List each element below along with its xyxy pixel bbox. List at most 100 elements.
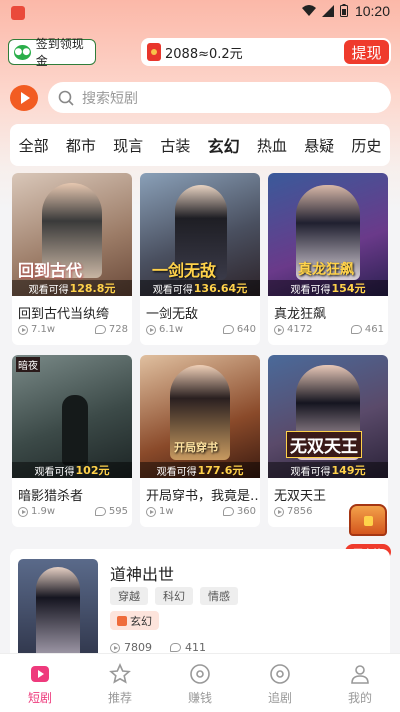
- drama-title: 暗影猎杀者: [18, 489, 84, 504]
- drama-title: 开局穿书，我竟是…: [146, 489, 258, 504]
- featured-tags: 穿越 科幻 情感: [110, 587, 238, 605]
- earn-badge: 观看可得 154元: [268, 280, 388, 296]
- earn-badge: 观看可得 128.8元: [12, 280, 132, 296]
- comment-icon: [170, 643, 181, 652]
- nav-label: 短剧: [27, 691, 52, 705]
- view-count: 6.1w: [159, 324, 184, 335]
- tab-action[interactable]: 热血: [257, 135, 287, 156]
- status-bar: 10:20: [0, 0, 400, 24]
- poster-text: 无双天王: [286, 431, 362, 458]
- genre-icon: [117, 615, 127, 626]
- drama-poster: 真龙狂飙 观看可得 154元: [268, 173, 388, 296]
- featured-drama[interactable]: 道神出世 穿越 科幻 情感 玄幻 7809 411: [10, 549, 390, 669]
- drama-card[interactable]: 暗夜 观看可得 102元 暗影猎杀者 1.9w 595: [12, 355, 132, 527]
- play-count-icon: [274, 506, 284, 517]
- comment-icon: [222, 325, 234, 334]
- drama-stats: 4172 461: [274, 324, 384, 338]
- nav-label: 推荐: [107, 691, 132, 705]
- drama-card[interactable]: 开局穿书 观看可得 177.6元 开局穿书，我竟是… 1w 360: [140, 355, 260, 527]
- earn-prefix: 观看可得: [156, 466, 197, 478]
- drama-stats: 1w 360: [146, 506, 256, 520]
- like-count: 360: [236, 506, 256, 517]
- drama-stats: 7.1w 728: [18, 324, 128, 338]
- nav-label: 我的: [347, 691, 372, 705]
- play-count-icon: [110, 642, 120, 653]
- featured-genre: 玄幻: [130, 614, 152, 628]
- app-logo-icon: [10, 85, 38, 111]
- drama-title: 回到古代当纨绔: [18, 307, 110, 322]
- red-packet-icon: [147, 43, 161, 61]
- nav-label: 追剧: [267, 691, 292, 705]
- poster-text: 真龙狂飙: [298, 262, 354, 278]
- tab-all[interactable]: 全部: [19, 135, 49, 156]
- search-input[interactable]: 搜索短剧: [48, 82, 391, 113]
- coin-balance-text: 2088≈0.2元: [165, 46, 243, 62]
- user-icon: [349, 663, 371, 685]
- earn-amount: 102元: [75, 464, 110, 477]
- nav-shortdrama[interactable]: 短剧: [0, 654, 80, 712]
- drama-card[interactable]: 回到古代 观看可得 128.8元 回到古代当纨绔 7.1w 728: [12, 173, 132, 345]
- tag[interactable]: 穿越: [110, 587, 148, 605]
- like-count: 640: [236, 324, 256, 335]
- wifi-icon: [302, 4, 316, 16]
- earn-amount: 136.64元: [193, 282, 248, 295]
- checkin-button[interactable]: ●● 签到领现金: [8, 37, 96, 68]
- wechat-icon: ●●: [14, 44, 31, 60]
- comment-icon: [222, 507, 234, 516]
- drama-title: 一剑无敌: [146, 307, 199, 322]
- poster-text: 暗夜: [16, 357, 40, 372]
- drama-poster: 回到古代 观看可得 128.8元: [12, 173, 132, 296]
- tab-costume[interactable]: 古装: [160, 135, 190, 156]
- drama-poster: 一剑无敌 观看可得 136.64元: [140, 173, 260, 296]
- chest-lock-icon: [364, 516, 373, 526]
- tag[interactable]: 科幻: [155, 587, 193, 605]
- featured-genre-badge: 玄幻: [110, 611, 159, 630]
- tab-fantasy[interactable]: 玄幻: [208, 133, 240, 157]
- play-count-icon: [146, 506, 156, 517]
- notification-app-icon: [11, 6, 25, 20]
- tab-modern-romance[interactable]: 现言: [113, 135, 143, 156]
- view-count: 1.9w: [31, 506, 56, 517]
- nav-recommend[interactable]: 推荐: [80, 654, 160, 712]
- drama-stats: 1.9w 595: [18, 506, 128, 520]
- battery-icon: [340, 4, 348, 17]
- view-count: 4172: [287, 324, 313, 335]
- earn-prefix: 观看可得: [34, 466, 75, 478]
- earn-badge: 观看可得 102元: [12, 462, 132, 478]
- bookmark-icon: [269, 663, 291, 685]
- poster-text: 开局穿书: [174, 441, 218, 454]
- nav-label: 赚钱: [187, 691, 212, 705]
- tab-urban[interactable]: 都市: [66, 135, 96, 156]
- poster-text: 回到古代: [18, 261, 83, 280]
- view-count: 1w: [159, 506, 174, 517]
- checkin-label: 签到领现金: [35, 37, 84, 68]
- search-icon: [58, 90, 74, 106]
- coin-balance[interactable]: 2088≈0.2元 提现: [141, 38, 391, 66]
- drama-poster: 暗夜 观看可得 102元: [12, 355, 132, 478]
- nav-earn[interactable]: 赚钱: [160, 654, 240, 712]
- featured-title: 道神出世: [110, 565, 175, 584]
- tab-mystery[interactable]: 悬疑: [304, 135, 334, 156]
- drama-card[interactable]: 真龙狂飙 观看可得 154元 真龙狂飙 4172 461: [268, 173, 388, 345]
- earn-amount: 149元: [331, 464, 366, 477]
- earn-prefix: 观看可得: [290, 466, 331, 478]
- drama-stats: 6.1w 640: [146, 324, 256, 338]
- earn-amount: 154元: [331, 282, 366, 295]
- earn-badge: 观看可得 177.6元: [140, 462, 260, 478]
- play-count-icon: [18, 506, 28, 517]
- nav-follow[interactable]: 追剧: [240, 654, 320, 712]
- status-time: 10:20: [354, 3, 390, 19]
- earn-badge: 观看可得 136.64元: [140, 280, 260, 296]
- earn-amount: 177.6元: [197, 464, 244, 477]
- drama-card[interactable]: 一剑无敌 观看可得 136.64元 一剑无敌 6.1w 640: [140, 173, 260, 345]
- earn-badge: 观看可得 149元: [268, 462, 388, 478]
- nav-mine[interactable]: 我的: [320, 654, 400, 712]
- withdraw-button[interactable]: 提现: [344, 40, 389, 64]
- search-placeholder: 搜索短剧: [82, 90, 138, 107]
- play-count-icon: [18, 324, 28, 335]
- tab-history[interactable]: 历史: [351, 135, 381, 156]
- coin-icon: [189, 663, 211, 685]
- drama-poster: 无双天王 观看可得 149元: [268, 355, 388, 478]
- tag[interactable]: 情感: [200, 587, 238, 605]
- play-icon: [29, 663, 51, 685]
